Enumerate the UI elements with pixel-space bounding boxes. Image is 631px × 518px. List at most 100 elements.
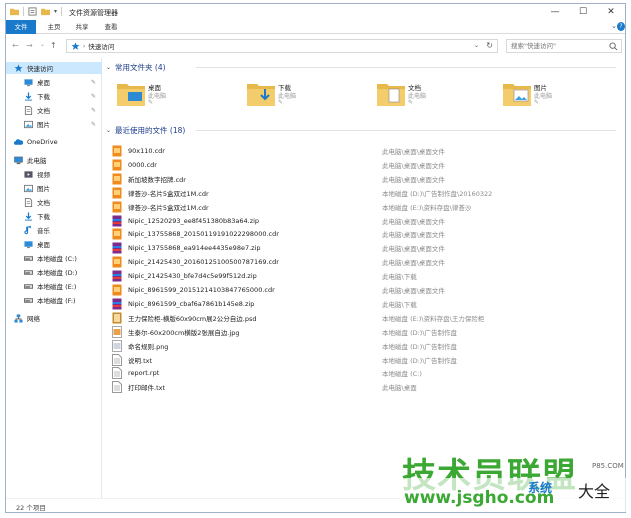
properties-icon[interactable] <box>28 7 37 16</box>
toolbar-divider <box>23 7 24 16</box>
minimize-button[interactable]: — <box>541 4 569 20</box>
tab-home[interactable]: 主页 <box>44 20 64 34</box>
pin-icon: ✎ <box>90 120 96 128</box>
document-folder-icon <box>376 80 406 110</box>
cdr-file-icon <box>112 256 122 268</box>
file-location: 此电脑\桌面\桌面文件 <box>382 231 445 240</box>
sidebar-item[interactable]: 视频 <box>6 168 102 180</box>
ribbon-tabs: 文件 主页 共享 查看 ⌄ ? <box>6 20 625 34</box>
breadcrumb[interactable]: 快速访问 <box>88 41 114 51</box>
sidebar-item[interactable]: 桌面 ✎ <box>6 76 102 88</box>
list-item[interactable]: 说明.txt 本地磁盘 (D:)\广告制作盘 <box>112 353 618 367</box>
sidebar-item[interactable]: 网络 <box>6 312 102 324</box>
desktop-folder-icon <box>116 80 146 110</box>
pin-icon: ✎ <box>90 106 96 114</box>
sidebar-item-label: OneDrive <box>27 138 58 146</box>
file-name: 0000.cdr <box>128 160 157 169</box>
list-item[interactable]: 0000.cdr 此电脑\桌面\桌面文件 <box>112 158 618 172</box>
help-icon[interactable]: ? <box>617 22 625 31</box>
file-location: 此电脑\桌面\桌面文件 <box>382 148 445 156</box>
sidebar-item[interactable]: 图片 <box>6 182 102 194</box>
chevron-down-icon[interactable]: ▾ <box>54 8 57 15</box>
list-item[interactable]: 王力保险柜-横版60x90cm展2公分自边.psd 本地磁盘 (E:)\资料存盘\… <box>112 311 618 325</box>
list-item[interactable]: Nipic_13755868_ea914ee4435e98e7.zip 此电脑\桌… <box>112 241 618 255</box>
list-item[interactable]: 命名规则.png 本地磁盘 (D:)\广告制作盘 <box>112 339 618 353</box>
list-item[interactable]: 律荟沙-名片5盒双过1M.cdr 本地磁盘 (E:)\资料存盘\律荟沙 <box>112 200 618 214</box>
up-arrow-icon[interactable]: ↑ <box>50 41 57 50</box>
frequent-folders-header[interactable]: ⌄ 常用文件夹 (4) <box>106 62 621 73</box>
sidebar-item[interactable]: 桌面 <box>6 238 102 250</box>
sidebar-item[interactable]: 图片 ✎ <box>6 118 102 130</box>
sidebar-item[interactable]: 快速访问 <box>6 62 102 74</box>
list-item[interactable]: Nipic_13755868_20150119191022298000.cdr 此… <box>112 227 618 241</box>
list-item[interactable]: 打印邮件.txt 此电脑\桌面 <box>112 380 618 394</box>
list-item[interactable]: Nipic_21425430_bfe7d4c5e99f512d.zip 此电脑\下… <box>112 269 618 283</box>
chevron-down-icon[interactable]: ⌄ <box>474 42 479 49</box>
list-item[interactable]: Nipic_21425430_20160125100500787169.cdr 此… <box>112 255 618 269</box>
sidebar-item[interactable]: 文档 <box>6 196 102 208</box>
sidebar-item-label: 本地磁盘 (C:) <box>37 255 77 263</box>
sidebar-item[interactable]: 本地磁盘 (E:) <box>6 280 102 292</box>
group-title: 最近使用的文件 (18) <box>115 126 186 135</box>
folder-tile[interactable]: 桌面 此电脑 ✎ <box>114 80 224 110</box>
list-item[interactable]: 律荟沙-名片5盒双过1M.cdr 本地磁盘 (D:)\广告制作盘\20160322 <box>112 186 618 200</box>
file-name: 生泰尔-60x200cm横版2张展自边.jpg <box>128 328 240 337</box>
refresh-icon[interactable]: ↻ <box>486 41 493 50</box>
sidebar-item-label: 网络 <box>27 315 40 323</box>
tab-file[interactable]: 文件 <box>6 20 36 34</box>
list-item[interactable]: 90x110.cdr 此电脑\桌面\桌面文件 <box>112 144 618 158</box>
maximize-button[interactable]: ☐ <box>569 4 597 20</box>
folder-icon <box>10 8 19 16</box>
sidebar-item[interactable]: 本地磁盘 (D:) <box>6 266 102 278</box>
psd-file-icon <box>112 312 122 324</box>
sidebar-item-label: 下载 <box>37 213 50 221</box>
file-name: 打印邮件.txt <box>128 384 166 393</box>
sidebar-item[interactable]: 下载 ✎ <box>6 90 102 102</box>
list-item[interactable]: 生泰尔-60x200cm横版2张展自边.jpg 本地磁盘 (D:)\广告制作盘 <box>112 325 618 339</box>
new-folder-icon[interactable] <box>41 7 50 16</box>
list-item[interactable]: Nipic_8961599_20151214103847765000.cdr 此电… <box>112 283 618 297</box>
back-arrow-icon[interactable]: ← <box>12 41 19 50</box>
list-item[interactable]: report.rpt 本地磁盘 (C:) <box>112 366 618 380</box>
file-location: 此电脑\下载 <box>382 300 417 309</box>
file-name: Nipic_13755868_20150119191022298000.cdr <box>128 230 279 239</box>
search-icon[interactable] <box>609 42 618 51</box>
cdr-file-icon <box>112 228 122 240</box>
folder-tile[interactable]: 下载 此电脑 ✎ <box>244 80 354 110</box>
download-icon <box>24 91 33 101</box>
folder-tile[interactable]: 文档 此电脑 ✎ <box>374 80 484 110</box>
search-input[interactable] <box>511 42 611 50</box>
sidebar-item-label: 音乐 <box>37 227 50 235</box>
address-bar[interactable]: › 快速访问 ⌄ ↻ <box>66 39 498 53</box>
txt-file-icon <box>112 381 122 394</box>
file-location: 本地磁盘 (D:)\广告制作盘 <box>382 342 458 351</box>
png-file-icon <box>112 339 122 352</box>
sidebar-item[interactable]: 此电脑 <box>6 154 102 166</box>
close-button[interactable]: ✕ <box>597 4 625 20</box>
sidebar-item-label: 文档 <box>37 199 50 207</box>
file-name: 王力保险柜-横版60x90cm展2公分自边.psd <box>128 314 257 323</box>
sidebar-item[interactable]: OneDrive <box>6 136 102 148</box>
file-name: Nipic_21425430_20160125100500787169.cdr <box>128 258 279 267</box>
sidebar-item[interactable]: 文档 ✎ <box>6 104 102 116</box>
chevron-down-icon[interactable]: ⌄ <box>106 64 111 71</box>
tab-share[interactable]: 共享 <box>72 20 92 34</box>
list-item[interactable]: Nipic_12520293_ee8f451380b83a64.zip 此电脑\桌… <box>112 214 618 228</box>
search-box[interactable] <box>506 39 622 53</box>
pin-icon: ✎ <box>90 78 96 86</box>
list-item[interactable]: 新加坡数字招牌.cdr 此电脑\桌面\桌面文件 <box>112 172 618 186</box>
file-location: 本地磁盘 (E:)\资料存盘\律荟沙 <box>382 203 472 212</box>
forward-arrow-icon[interactable]: → <box>26 41 33 50</box>
chevron-down-icon[interactable]: ⌄ <box>106 127 111 134</box>
sidebar-item[interactable]: 本地磁盘 (F:) <box>6 294 102 306</box>
folder-tile[interactable]: 图片 此电脑 ✎ <box>500 80 610 110</box>
sidebar-item[interactable]: 音乐 <box>6 224 102 236</box>
sidebar-item[interactable]: 本地磁盘 (C:) <box>6 252 102 264</box>
list-item[interactable]: Nipic_8961599_cbaf6a7861b145e8.zip 此电脑\下载 <box>112 297 618 311</box>
recent-files-header[interactable]: ⌄ 最近使用的文件 (18) <box>106 125 621 136</box>
picture-folder-icon <box>502 80 532 110</box>
file-name: 律荟沙-名片5盒双过1M.cdr <box>128 203 209 212</box>
sidebar-item[interactable]: 下载 <box>6 210 102 222</box>
tab-view[interactable]: 查看 <box>101 20 121 34</box>
recent-locations-icon[interactable]: ⌄ <box>40 41 45 48</box>
